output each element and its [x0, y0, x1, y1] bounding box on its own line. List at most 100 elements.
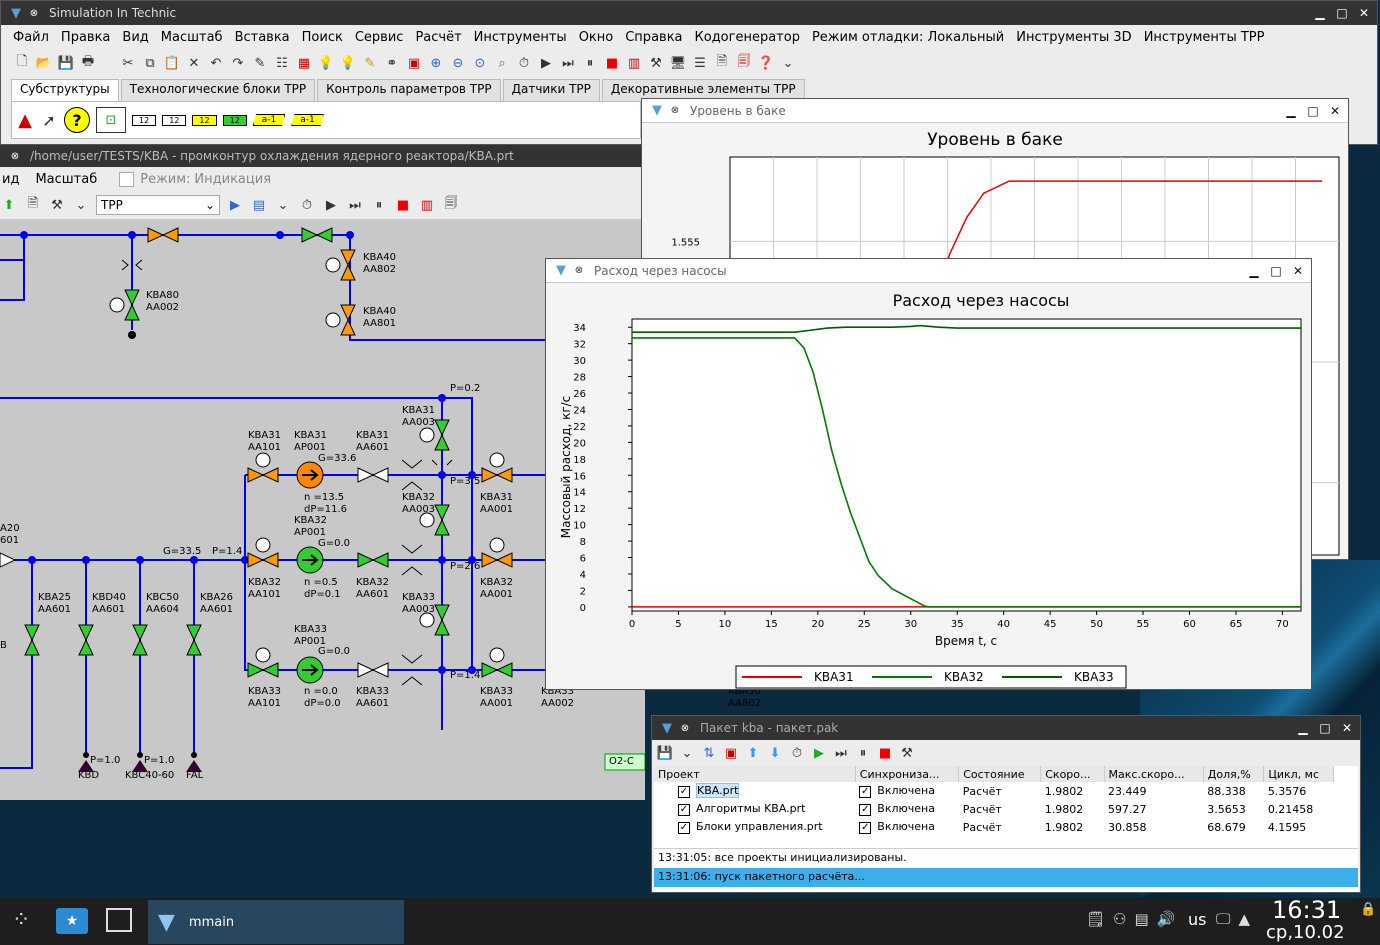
close-icon[interactable]: ✕ [1338, 719, 1356, 737]
stop-icon[interactable]: ■ [876, 744, 894, 762]
chevron-down-icon[interactable]: ⌄ [274, 196, 292, 214]
bulb-off-icon[interactable]: 💡 [339, 54, 357, 72]
maximize-icon[interactable]: □ [1267, 262, 1285, 280]
menu-item-3[interactable]: Масштаб [155, 30, 229, 45]
close-icon[interactable]: ✕ [1326, 102, 1344, 120]
close-icon[interactable]: ✕ [1289, 262, 1307, 280]
flow-titlebar[interactable]: ▼ ⊗ Расход через насосы ▁ □ ✕ [546, 259, 1311, 283]
maximize-icon[interactable]: □ [1333, 4, 1351, 22]
clock-time[interactable]: 16:31 [1272, 896, 1341, 924]
batch-col-header[interactable]: Синхрониза... [855, 766, 960, 782]
checkbox-checked[interactable]: ✓ [678, 786, 690, 798]
up-arrow-icon[interactable]: ⬆ [0, 196, 18, 214]
window-menu-icon[interactable]: ⊗ [6, 147, 24, 165]
batch-col-header[interactable]: Доля,% [1203, 766, 1265, 782]
layers-icon[interactable]: ▤ [250, 196, 268, 214]
chart-icon[interactable]: ▥ [625, 54, 643, 72]
monitor-icon[interactable]: 🖥 [669, 54, 687, 72]
report-icon[interactable]: 🗐 [442, 196, 460, 214]
table-row[interactable]: ✓ Блоки управления.prt ✓ Включена Расчёт 1.98… [654, 818, 1334, 836]
checkbox-checked[interactable]: ✓ [859, 786, 872, 798]
task-mmain[interactable]: ▼ mmain [148, 900, 404, 944]
table-row[interactable]: ✓ KBA.prt ✓ Включена Расчёт 1.9802 23.449 88.33… [654, 782, 1334, 800]
timer-icon[interactable]: ⏱ [298, 196, 316, 214]
tray-icons[interactable]: 🗒⚇▤🔊 [1086, 910, 1183, 928]
play-icon[interactable]: ▶ [322, 196, 340, 214]
minimize-icon[interactable]: ▁ [1311, 4, 1329, 22]
move-down-icon[interactable]: ⬇ [766, 744, 784, 762]
keyboard-layout[interactable]: us [1188, 910, 1206, 929]
window-menu-icon[interactable]: ⊗ [666, 102, 684, 120]
palette-item-2[interactable]: 12 [162, 114, 187, 126]
zoom-in-icon[interactable]: ⊕ [427, 54, 445, 72]
menu-item-4[interactable]: Вставка [229, 30, 296, 45]
menu-item-0[interactable]: Файл [7, 30, 55, 45]
scheme-titlebar[interactable]: ⊗ /home/user/TESTS/KBA - промконтур охла… [0, 145, 645, 167]
menu-item-8[interactable]: Инструменты [468, 30, 573, 45]
menu-item-7[interactable]: Расчёт [409, 30, 467, 45]
batch-col-header[interactable]: Цикл, мс [1263, 766, 1334, 782]
step-icon[interactable]: ⏭ [832, 744, 850, 762]
batch-col-header[interactable]: Скоро... [1040, 766, 1105, 782]
doc-icon[interactable]: 🗎 [713, 54, 731, 72]
list-icon[interactable]: ☰ [691, 54, 709, 72]
main-titlebar[interactable]: ▼ ⊗ Simulation In Technic ▁ □ ✕ [1, 1, 1377, 25]
menu-item-10[interactable]: Справка [619, 30, 688, 45]
show-desktop-icon[interactable] [106, 908, 132, 932]
menu-scale[interactable]: Масштаб [35, 172, 97, 187]
table-row[interactable]: ✓ Алгоритмы KBA.prt ✓ Включена Расчёт 1.9802 5… [654, 800, 1334, 818]
chevron-down-icon[interactable]: ⌄ [779, 54, 797, 72]
timer-icon[interactable]: ⏱ [515, 54, 533, 72]
tree-icon[interactable]: ☷ [273, 54, 291, 72]
minimize-icon[interactable]: ▁ [1282, 102, 1300, 120]
pause-icon[interactable]: ⏸ [370, 196, 388, 214]
step-icon[interactable]: ⏭ [559, 54, 577, 72]
undo-icon[interactable]: ↶ [207, 54, 225, 72]
palette-item-1[interactable]: 12 [132, 114, 157, 126]
print-icon[interactable]: 🖶 [79, 54, 97, 72]
tools-icon[interactable]: ⚒ [647, 54, 665, 72]
palette-item-4[interactable]: 12 [222, 114, 247, 126]
menu-item-13[interactable]: Инструменты 3D [1010, 30, 1137, 45]
timer-icon[interactable]: ⏱ [788, 744, 806, 762]
batch-col-header[interactable]: Состояние [958, 766, 1042, 782]
paste-icon[interactable]: 📋 [163, 54, 181, 72]
menu-item-12[interactable]: Режим отладки: Локальный [806, 30, 1010, 45]
play-blue-icon[interactable]: ▶ [226, 196, 244, 214]
minimize-icon[interactable]: ▁ [1294, 719, 1312, 737]
binoculars-icon[interactable]: ⚭ [383, 54, 401, 72]
chevron-down-icon[interactable]: ⌄ [678, 744, 696, 762]
trp-combo[interactable]: ТРР ⌄ [96, 195, 220, 215]
zoom-fit-icon[interactable]: ⊙ [471, 54, 489, 72]
window-menu-icon[interactable]: ⊗ [570, 262, 588, 280]
stop-icon[interactable]: ■ [394, 196, 412, 214]
report-icon[interactable]: 🗐 [735, 54, 753, 72]
app-launcher-icon[interactable]: ⁘ [12, 908, 30, 933]
tray-more-icons[interactable]: 🖵▲ [1216, 910, 1258, 928]
menu-item-9[interactable]: Окно [573, 30, 620, 45]
redo-icon[interactable]: ↷ [229, 54, 247, 72]
maximize-icon[interactable]: □ [1316, 719, 1334, 737]
checkbox-checked[interactable]: ✓ [678, 804, 690, 816]
maximize-icon[interactable]: □ [1304, 102, 1322, 120]
zoom-sel-icon[interactable]: ⌕ [493, 54, 511, 72]
tools-icon[interactable]: ⚒ [48, 196, 66, 214]
minimize-icon[interactable]: ▁ [1245, 262, 1263, 280]
help-icon[interactable]: ❓ [757, 54, 775, 72]
play-icon[interactable]: ▶ [537, 54, 555, 72]
question-icon[interactable]: ? [64, 107, 90, 133]
checkbox-checked[interactable]: ✓ [678, 822, 690, 834]
chevron-down-icon[interactable]: ⌄ [72, 196, 90, 214]
doc-icon[interactable]: 🗎 [24, 196, 42, 214]
sort-icon[interactable]: ⇅ [700, 744, 718, 762]
move-up-icon[interactable]: ⬆ [744, 744, 762, 762]
edit-icon[interactable]: ✎ [251, 54, 269, 72]
flow-chart[interactable]: Расход через насосы0 5 10 15 20 25 30 35 40 45 50 5… [546, 283, 1311, 689]
window-menu-icon[interactable]: ⊗ [25, 4, 43, 22]
menu-item-1[interactable]: Правка [55, 30, 116, 45]
palette-item-6[interactable]: a-1 [291, 114, 324, 126]
open-icon[interactable]: 📂 [35, 54, 53, 72]
step-icon[interactable]: ⏭ [346, 196, 364, 214]
menu-item-11[interactable]: Кодогенератор [689, 30, 806, 45]
batch-titlebar[interactable]: ▼ ⊗ Пакет kba - пакет.pak ▁ □ ✕ [652, 716, 1360, 740]
